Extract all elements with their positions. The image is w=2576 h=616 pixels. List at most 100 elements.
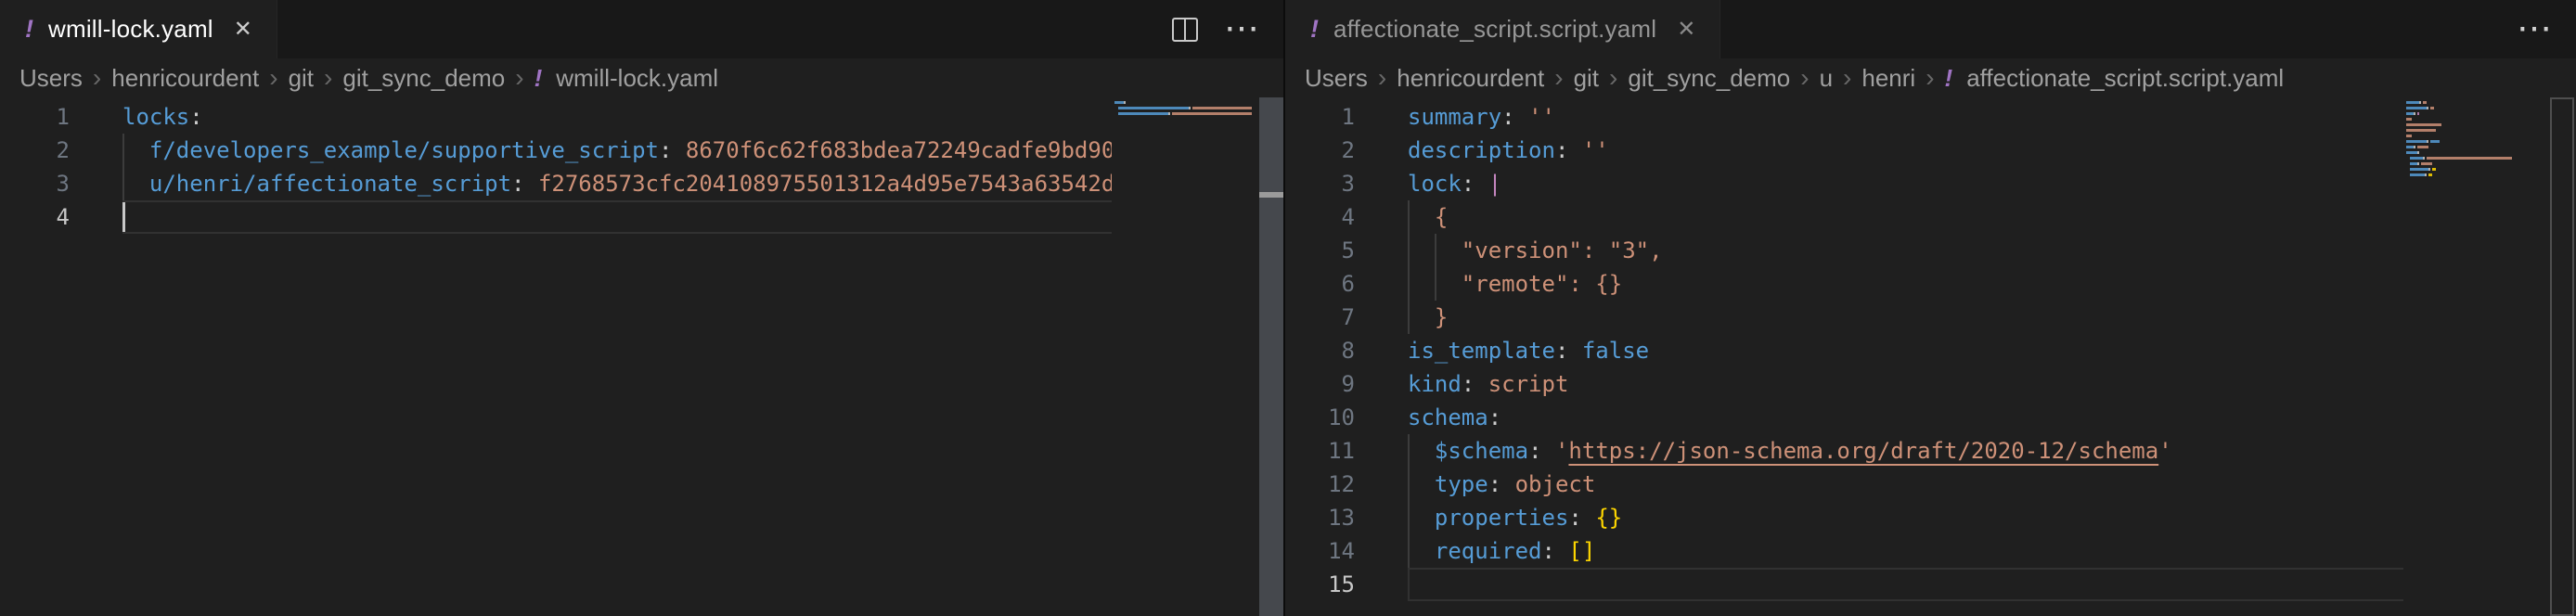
code-line[interactable]: 4 <box>0 200 1112 234</box>
minimap-line <box>2406 151 2550 154</box>
tab-close-icon[interactable]: ✕ <box>234 16 252 43</box>
code-line[interactable]: 1summary: '' <box>1285 100 2403 134</box>
minimap-segment <box>2406 151 2417 154</box>
code-line[interactable]: 15 <box>1285 568 2403 601</box>
code-line[interactable]: 3lock: | <box>1285 167 2403 200</box>
code-token: false <box>1582 338 1649 364</box>
breadcrumb-item[interactable]: henricourdent <box>111 64 259 93</box>
code-token: "remote": {} <box>1408 271 1622 297</box>
code-token: | <box>1488 171 1501 197</box>
breadcrumb-item[interactable]: henri <box>1861 64 1915 93</box>
breadcrumb: Users›henricourdent›git›git_sync_demo›u›… <box>1285 58 2576 97</box>
breadcrumb-item[interactable]: u <box>1820 64 1833 93</box>
indent-guide <box>122 134 124 167</box>
code-token: : <box>1501 104 1514 130</box>
breadcrumb-item[interactable]: Users <box>19 64 83 93</box>
split-editor-icon[interactable] <box>1172 18 1198 42</box>
line-number: 5 <box>1285 234 1378 267</box>
code-token: f2768573cfc204108975501312a4d95e7543a635… <box>538 171 1112 197</box>
code-line[interactable]: 11 $schema: 'https://json-schema.org/dra… <box>1285 434 2403 468</box>
code-line[interactable]: 8is_template: false <box>1285 334 2403 367</box>
line-number: 2 <box>0 134 93 167</box>
minimap-line <box>2406 123 2550 126</box>
minimap-segment <box>2410 162 2417 165</box>
code-line-text: $schema: 'https://json-schema.org/draft/… <box>1408 434 2403 468</box>
code-line[interactable]: 4 { <box>1285 200 2403 234</box>
code-token: type <box>1435 471 1488 497</box>
code-line[interactable]: 14 required: [] <box>1285 534 2403 568</box>
code-line-text: schema: <box>1408 401 2403 434</box>
code-token <box>1408 471 1435 497</box>
code-token: : <box>1555 338 1568 364</box>
chevron-right-icon: › <box>1609 63 1617 93</box>
scrollbar[interactable] <box>2550 97 2574 616</box>
tab-wmill-lock-yaml[interactable]: ! wmill-lock.yaml ✕ <box>0 0 277 58</box>
code-line[interactable]: 3 u/henri/affectionate_script: f2768573c… <box>0 167 1112 200</box>
code-line[interactable]: 12 type: object <box>1285 468 2403 501</box>
code-line[interactable]: 6 "remote": {} <box>1285 267 2403 301</box>
code-token: kind <box>1408 371 1462 397</box>
breadcrumb-item[interactable]: git <box>1574 64 1599 93</box>
minimap-segment <box>2406 135 2412 137</box>
code-token: "version": "3", <box>1408 237 1663 263</box>
code-line[interactable]: 5 "version": "3", <box>1285 234 2403 267</box>
code-line-text: required: [] <box>1408 534 2403 568</box>
breadcrumb-item-file[interactable]: wmill-lock.yaml <box>556 64 718 93</box>
tab-bar: ! wmill-lock.yaml ✕ ⋯ <box>0 0 1283 58</box>
code-line[interactable]: 1locks: <box>0 100 1112 134</box>
line-number: 7 <box>1285 301 1378 334</box>
code-line[interactable]: 2description: '' <box>1285 134 2403 167</box>
breadcrumb-item[interactable]: git_sync_demo <box>342 64 505 93</box>
code-line[interactable]: 9kind: script <box>1285 367 2403 401</box>
code-token <box>1408 505 1435 531</box>
indent-guide <box>1408 468 1410 501</box>
line-number: 1 <box>0 100 93 134</box>
minimap[interactable] <box>1112 97 1259 616</box>
minimap-line <box>2406 135 2550 137</box>
code-line[interactable]: 2 f/developers_example/supportive_script… <box>0 134 1112 167</box>
breadcrumb-item[interactable]: git_sync_demo <box>1628 64 1790 93</box>
minimap-line <box>2406 146 2550 148</box>
indent-guide <box>1408 301 1410 334</box>
chevron-right-icon: › <box>1800 63 1809 93</box>
editor[interactable]: 1summary: ''2description: ''3lock: |4 {5… <box>1285 97 2576 616</box>
breadcrumb-item[interactable]: henricourdent <box>1397 64 1544 93</box>
code-area[interactable]: 1locks:2 f/developers_example/supportive… <box>0 97 1112 616</box>
minimap-segment <box>2510 157 2512 160</box>
code-token: : <box>1462 371 1475 397</box>
code-line-text: f/developers_example/supportive_script: … <box>122 134 1112 167</box>
breadcrumb-item[interactable]: git <box>289 64 314 93</box>
minimap-segment <box>1124 101 1126 104</box>
line-number: 10 <box>1285 401 1378 434</box>
code-token: 8670f6c62f683bdea72249cadfe9bd90 <box>686 137 1112 163</box>
breadcrumb-item-file[interactable]: affectionate_script.script.yaml <box>1966 64 2284 93</box>
scrollbar[interactable] <box>1259 97 1283 616</box>
minimap[interactable] <box>2403 97 2550 616</box>
more-actions-icon[interactable]: ⋯ <box>2517 0 2552 58</box>
code-area[interactable]: 1summary: ''2description: ''3lock: |4 {5… <box>1285 97 2403 616</box>
code-line[interactable]: 13 properties: {} <box>1285 501 2403 534</box>
line-number: 4 <box>1285 200 1378 234</box>
tab-label: affectionate_script.script.yaml <box>1333 15 1656 44</box>
breadcrumb-item[interactable]: Users <box>1305 64 1368 93</box>
text-cursor <box>122 202 125 232</box>
tab-close-icon[interactable]: ✕ <box>1677 16 1695 43</box>
code-token <box>1582 505 1595 531</box>
more-actions-icon[interactable]: ⋯ <box>1224 0 1259 58</box>
code-token: : <box>1555 137 1568 163</box>
code-token: : <box>189 104 202 130</box>
tab-affectionate-script-yaml[interactable]: ! affectionate_script.script.yaml ✕ <box>1285 0 1720 58</box>
editor[interactable]: 1locks:2 f/developers_example/supportive… <box>0 97 1283 616</box>
code-line[interactable]: 10 schema: <box>1285 401 2403 434</box>
code-line-text: "remote": {} <box>1408 267 2403 301</box>
code-line[interactable]: 7 } <box>1285 301 2403 334</box>
line-number: 12 <box>1285 468 1378 501</box>
schema-url-link[interactable]: https://json-schema.org/draft/2020-12/sc… <box>1568 438 2158 464</box>
minimap-segment <box>2417 112 2419 115</box>
minimap-segment <box>1192 107 1252 109</box>
minimap-segment <box>2417 146 2428 148</box>
minimap-line <box>2406 157 2550 160</box>
minimap-line <box>2406 179 2550 182</box>
minimap-line <box>2406 168 2550 171</box>
chevron-right-icon: › <box>1554 63 1563 93</box>
